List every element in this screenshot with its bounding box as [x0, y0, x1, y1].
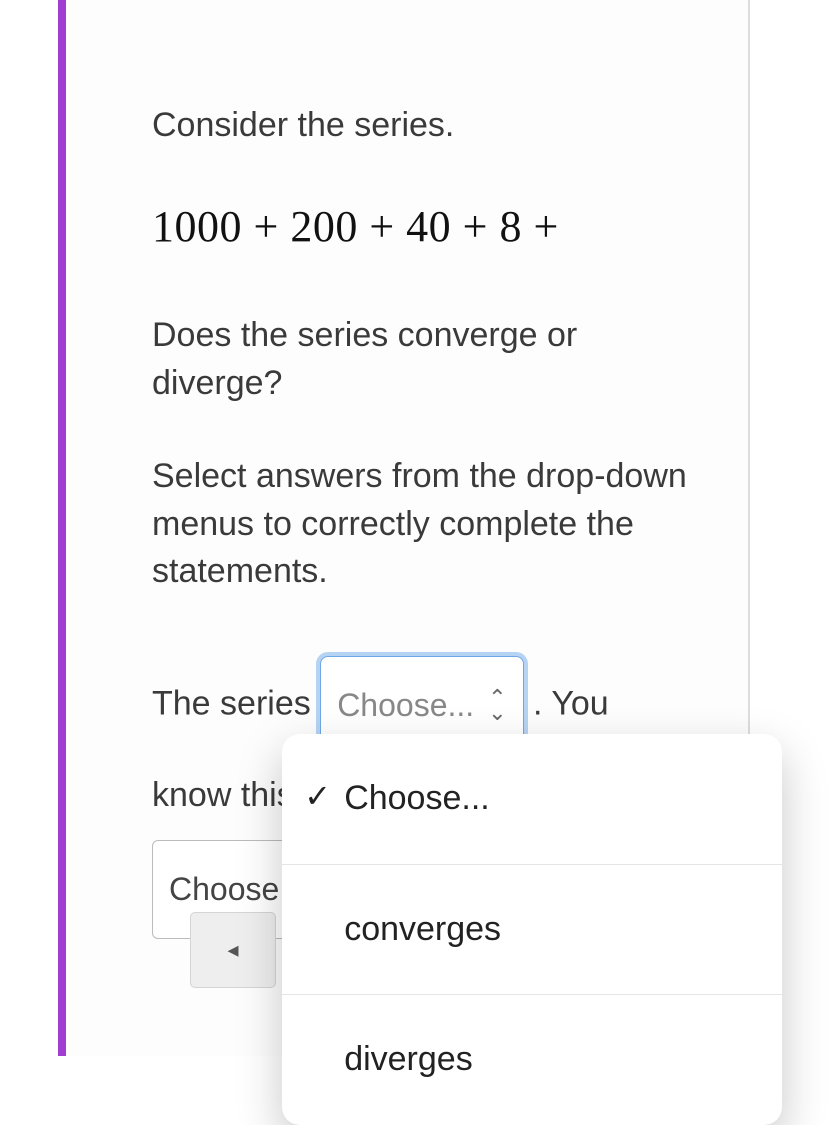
- question-card: Consider the series. 1000 + 200 + 40 + 8…: [58, 0, 750, 1056]
- dropdown1-wrapper: Choose... ⌃⌄ Choose... converges diverge…: [320, 656, 523, 755]
- prompt-text: Consider the series.: [152, 100, 700, 151]
- prev-button[interactable]: ◂: [190, 912, 276, 988]
- sentence-part3: know this: [152, 776, 294, 814]
- dropdown1-option-converges[interactable]: converges: [282, 865, 782, 996]
- answer-sentence: The series Choose... ⌃⌄ Choose... conver…: [152, 656, 700, 939]
- dropdown1-option-diverges[interactable]: diverges: [282, 995, 782, 1125]
- dropdown1-option-placeholder[interactable]: Choose...: [282, 734, 782, 865]
- sentence-part1: The series: [152, 684, 311, 722]
- sentence-part2: . You: [533, 684, 609, 722]
- question-body: Consider the series. 1000 + 200 + 40 + 8…: [66, 0, 748, 959]
- updown-icon: ⌃⌄: [488, 690, 506, 721]
- question-text: Does the series converge or diverge?: [152, 312, 700, 407]
- triangle-left-icon: ◂: [227, 937, 238, 963]
- instruction-text: Select answers from the drop-down menus …: [152, 453, 700, 596]
- dropdown1-label: Choose...: [337, 667, 474, 744]
- dropdown1-menu: Choose... converges diverges: [282, 734, 782, 1125]
- series-expression: 1000 + 200 + 40 + 8 +: [152, 201, 700, 252]
